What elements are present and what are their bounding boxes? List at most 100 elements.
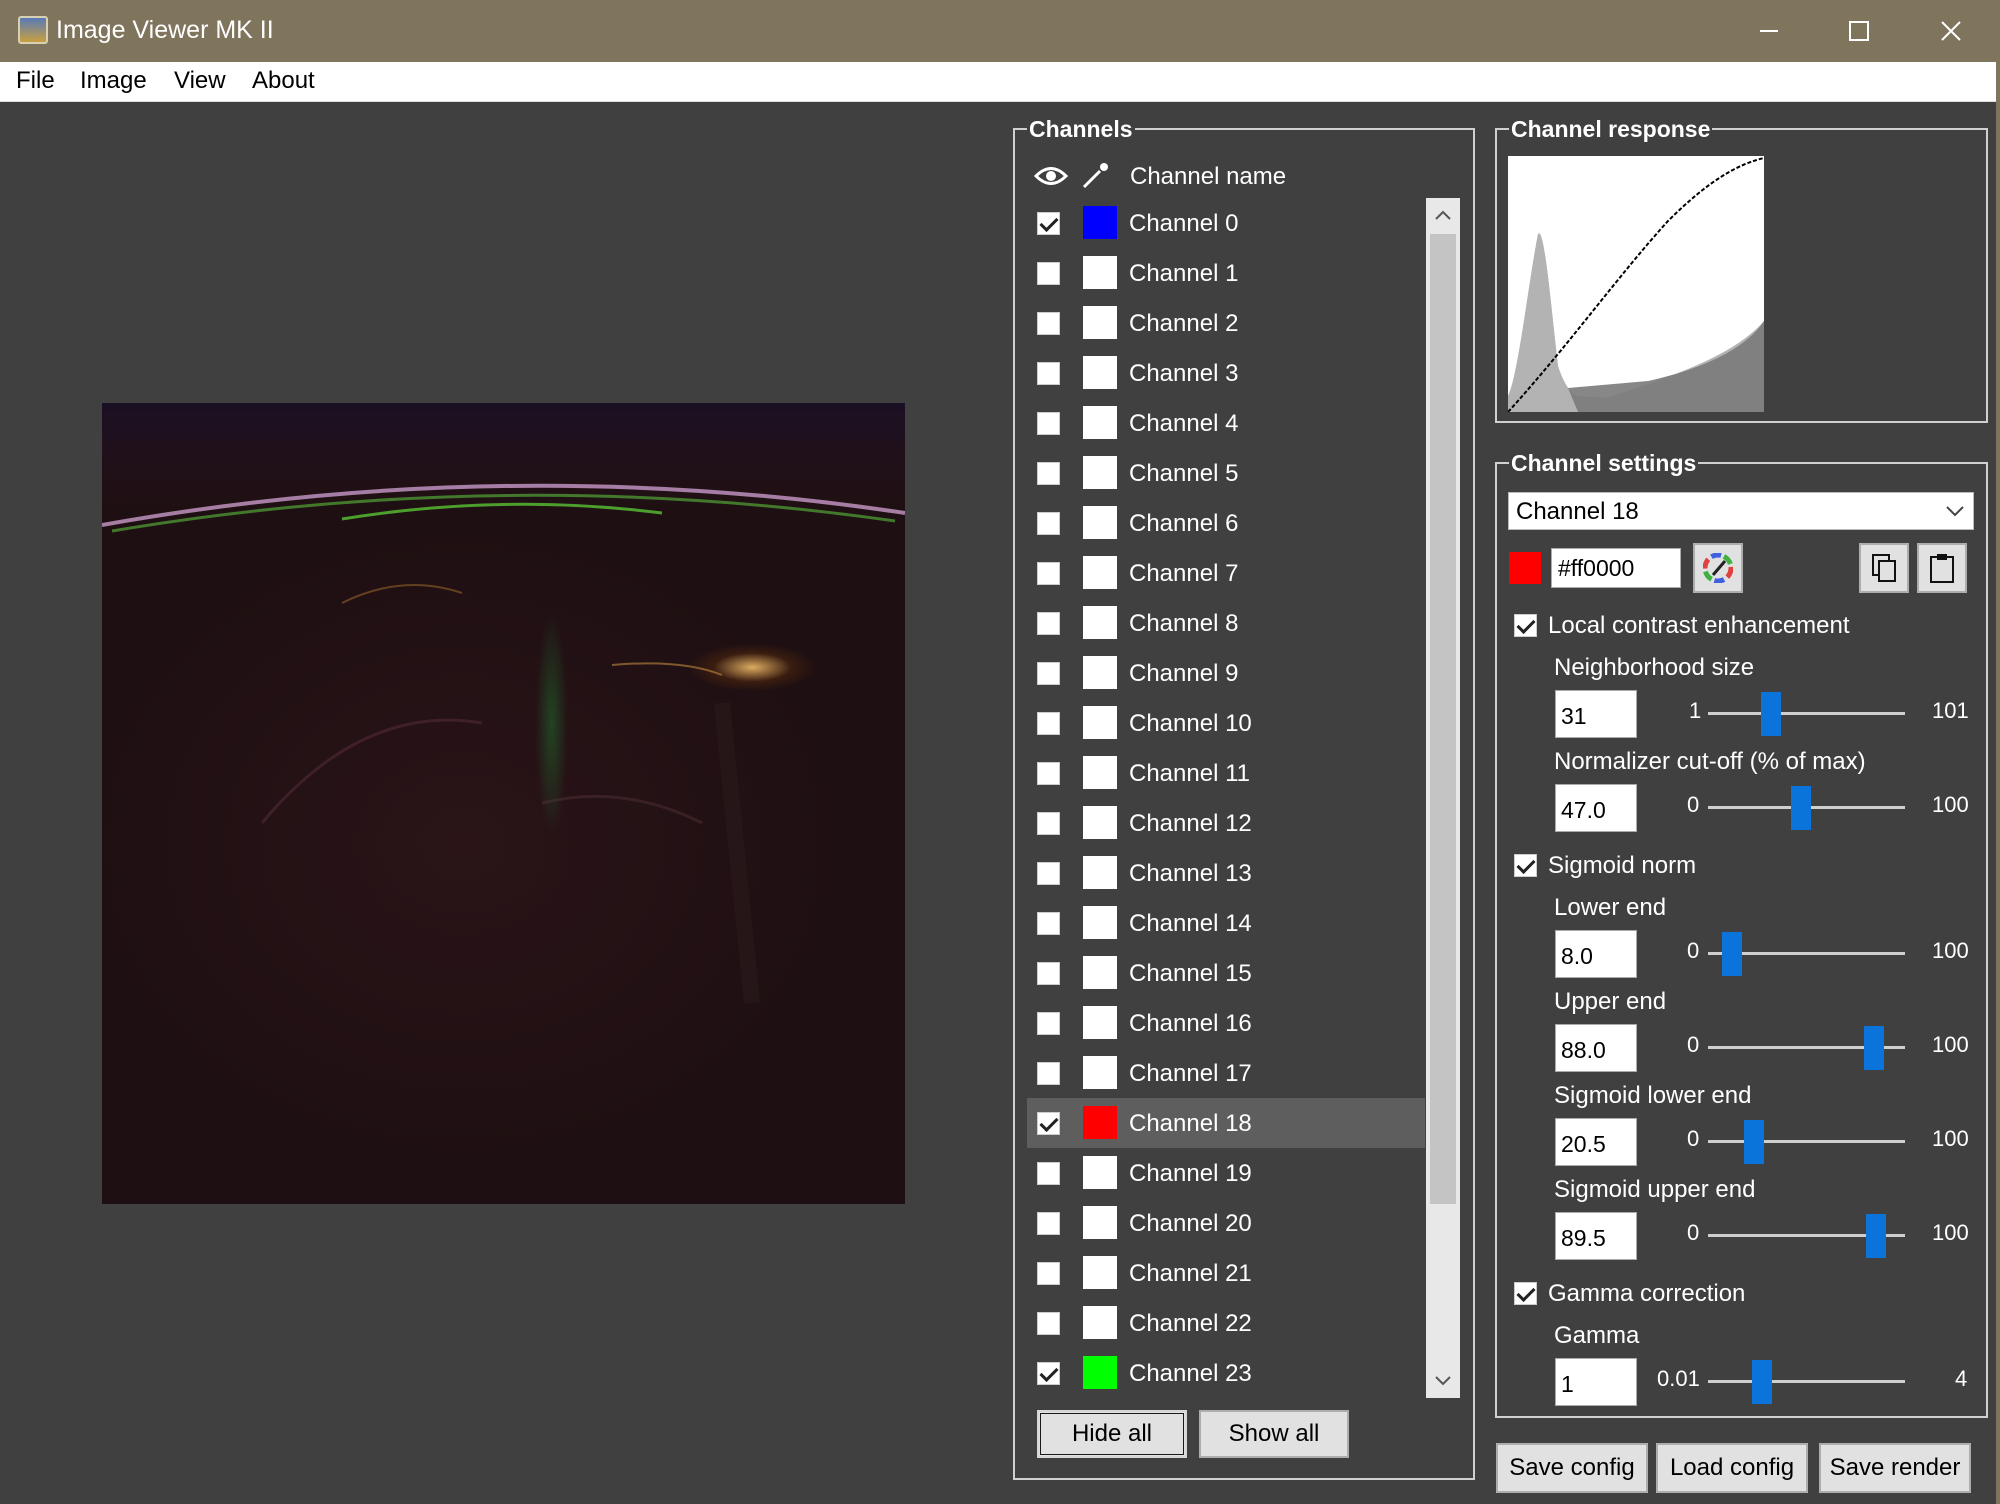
load-config-button[interactable]: Load config (1656, 1443, 1808, 1493)
channel-visibility-checkbox[interactable] (1037, 862, 1060, 885)
menu-image[interactable]: Image (80, 67, 147, 95)
channel-visibility-checkbox[interactable] (1037, 1212, 1060, 1235)
channel-color-swatch[interactable] (1083, 706, 1117, 739)
channel-color-swatch[interactable] (1083, 756, 1117, 789)
channel-color-swatch[interactable] (1083, 1006, 1117, 1039)
channel-row[interactable]: Channel 14 (1027, 898, 1425, 948)
channel-visibility-checkbox[interactable] (1037, 762, 1060, 785)
channel-visibility-checkbox[interactable] (1037, 1312, 1060, 1335)
channel-row[interactable]: Channel 19 (1027, 1148, 1425, 1198)
channel-color-swatch[interactable] (1083, 1206, 1117, 1239)
channel-color-swatch[interactable] (1083, 1056, 1117, 1089)
lower-end-slider-thumb[interactable] (1722, 932, 1743, 976)
gamma-input[interactable]: 1 (1555, 1358, 1637, 1406)
neighborhood-slider-thumb[interactable] (1761, 692, 1782, 736)
normalizer-slider-thumb[interactable] (1791, 786, 1812, 830)
channel-color-swatch[interactable] (1083, 206, 1117, 239)
channel-color-swatch[interactable] (1083, 1156, 1117, 1189)
channel-row[interactable]: Channel 10 (1027, 698, 1425, 748)
channel-color-swatch[interactable] (1083, 556, 1117, 589)
neighborhood-slider[interactable] (1708, 712, 1905, 715)
save-render-button[interactable]: Save render (1819, 1443, 1971, 1493)
channel-row[interactable]: Channel 13 (1027, 848, 1425, 898)
channel-color-swatch[interactable] (1083, 356, 1117, 389)
channel-visibility-checkbox[interactable] (1037, 212, 1060, 235)
channel-visibility-checkbox[interactable] (1037, 362, 1060, 385)
channel-visibility-checkbox[interactable] (1037, 612, 1060, 635)
channel-row[interactable]: Channel 9 (1027, 648, 1425, 698)
channel-color-swatch[interactable] (1083, 1106, 1117, 1139)
channel-color-swatch[interactable] (1083, 656, 1117, 689)
channel-visibility-checkbox[interactable] (1037, 462, 1060, 485)
channel-visibility-checkbox[interactable] (1037, 1062, 1060, 1085)
channel-row[interactable]: Channel 7 (1027, 548, 1425, 598)
color-hex-input[interactable]: #ff0000 (1551, 548, 1681, 588)
channel-color-swatch[interactable] (1083, 856, 1117, 889)
channel-color-swatch[interactable] (1083, 1356, 1117, 1389)
channel-visibility-checkbox[interactable] (1037, 712, 1060, 735)
normalizer-input[interactable]: 47.0 (1555, 784, 1637, 832)
gamma-slider[interactable] (1708, 1380, 1905, 1383)
channel-visibility-checkbox[interactable] (1037, 962, 1060, 985)
sigmoid-upper-slider-thumb[interactable] (1866, 1214, 1887, 1258)
neighborhood-input[interactable]: 31 (1555, 690, 1637, 738)
channel-color-swatch[interactable] (1083, 1256, 1117, 1289)
show-all-button[interactable]: Show all (1199, 1410, 1349, 1458)
local-contrast-check[interactable] (1514, 614, 1537, 637)
channel-row[interactable]: Channel 17 (1027, 1048, 1425, 1098)
channel-color-swatch[interactable] (1083, 606, 1117, 639)
channel-row[interactable]: Channel 18 (1027, 1098, 1425, 1148)
maximize-button[interactable] (1814, 0, 1904, 62)
channel-row[interactable]: Channel 12 (1027, 798, 1425, 848)
channel-visibility-checkbox[interactable] (1037, 1362, 1060, 1385)
channel-visibility-checkbox[interactable] (1037, 412, 1060, 435)
channel-visibility-checkbox[interactable] (1037, 1112, 1060, 1135)
channel-row[interactable]: Channel 3 (1027, 348, 1425, 398)
channel-color-swatch[interactable] (1083, 1306, 1117, 1339)
channel-visibility-checkbox[interactable] (1037, 262, 1060, 285)
sigmoid-check[interactable] (1514, 854, 1537, 877)
channel-color-swatch[interactable] (1083, 806, 1117, 839)
lower-end-input[interactable]: 8.0 (1555, 930, 1637, 978)
scroll-thumb[interactable] (1430, 234, 1456, 1204)
channel-row[interactable]: Channel 4 (1027, 398, 1425, 448)
channel-color-swatch[interactable] (1083, 456, 1117, 489)
menu-view[interactable]: View (174, 67, 226, 95)
channel-select[interactable]: Channel 18 (1508, 492, 1974, 530)
copy-button[interactable] (1859, 543, 1909, 593)
sigmoid-lower-slider[interactable] (1708, 1140, 1905, 1143)
scroll-down-button[interactable] (1426, 1364, 1460, 1398)
channel-color-swatch[interactable] (1083, 956, 1117, 989)
upper-end-input[interactable]: 88.0 (1555, 1024, 1637, 1072)
channel-row[interactable]: Channel 15 (1027, 948, 1425, 998)
channel-color-swatch[interactable] (1083, 506, 1117, 539)
image-canvas[interactable] (102, 403, 905, 1204)
channel-visibility-checkbox[interactable] (1037, 1262, 1060, 1285)
minimize-button[interactable] (1724, 0, 1814, 62)
color-wheel-button[interactable] (1693, 543, 1743, 593)
menu-about[interactable]: About (252, 67, 315, 95)
channel-row[interactable]: Channel 5 (1027, 448, 1425, 498)
channel-visibility-checkbox[interactable] (1037, 312, 1060, 335)
channel-row[interactable]: Channel 8 (1027, 598, 1425, 648)
hide-all-button[interactable]: Hide all (1037, 1410, 1187, 1458)
channel-visibility-checkbox[interactable] (1037, 512, 1060, 535)
scroll-up-button[interactable] (1426, 198, 1460, 232)
channel-row[interactable]: Channel 11 (1027, 748, 1425, 798)
channel-color-swatch[interactable] (1083, 306, 1117, 339)
channel-list-scrollbar[interactable] (1426, 198, 1460, 1398)
channel-row[interactable]: Channel 23 (1027, 1348, 1425, 1398)
sigmoid-lower-slider-thumb[interactable] (1744, 1120, 1765, 1164)
close-button[interactable] (1906, 0, 1996, 62)
channel-row[interactable]: Channel 20 (1027, 1198, 1425, 1248)
channel-row[interactable]: Channel 22 (1027, 1298, 1425, 1348)
channel-row[interactable]: Channel 6 (1027, 498, 1425, 548)
channel-row[interactable]: Channel 2 (1027, 298, 1425, 348)
channel-row[interactable]: Channel 1 (1027, 248, 1425, 298)
channel-row[interactable]: Channel 0 (1027, 198, 1425, 248)
paste-button[interactable] (1917, 543, 1967, 593)
channel-row[interactable]: Channel 16 (1027, 998, 1425, 1048)
channel-row[interactable]: Channel 21 (1027, 1248, 1425, 1298)
sigmoid-upper-input[interactable]: 89.5 (1555, 1212, 1637, 1260)
channel-color-swatch[interactable] (1083, 256, 1117, 289)
